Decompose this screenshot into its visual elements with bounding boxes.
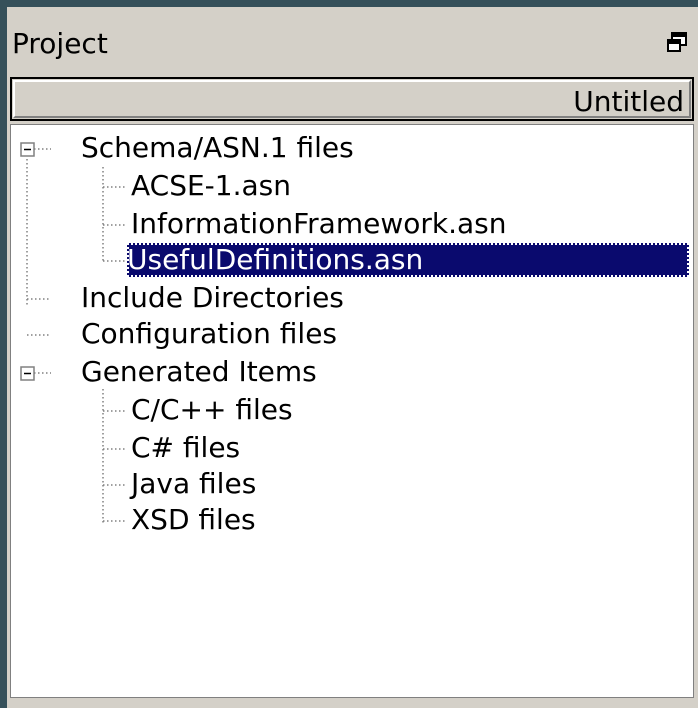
- panel-bottom-edge: [7, 699, 698, 708]
- tree-node-configuration-files[interactable]: Configuration files: [81, 317, 337, 351]
- tree-node-cpp-files[interactable]: C/C++ files: [131, 393, 293, 427]
- project-tree[interactable]: Schema/ASN.1 files ACSE-1.asn Informatio…: [10, 124, 694, 698]
- tree-node-xsd-files[interactable]: XSD files: [131, 503, 256, 537]
- collapse-icon[interactable]: [20, 142, 35, 157]
- tree-node-generated-items[interactable]: Generated Items: [81, 355, 317, 389]
- tree-node-include-directories[interactable]: Include Directories: [81, 281, 344, 315]
- tree-node-csharp-files[interactable]: C# files: [131, 431, 240, 465]
- collapse-icon[interactable]: [20, 366, 35, 381]
- tree-node-acse-asn[interactable]: ACSE-1.asn: [131, 169, 291, 203]
- project-header[interactable]: Untitled: [10, 77, 694, 121]
- panel-titlebar[interactable]: Project: [7, 7, 698, 67]
- restore-window-icon[interactable]: [666, 31, 688, 53]
- tree-node-informationframework-asn[interactable]: InformationFramework.asn: [131, 207, 506, 241]
- tree-node-schema-files[interactable]: Schema/ASN.1 files: [81, 131, 354, 165]
- tree-node-java-files[interactable]: Java files: [131, 467, 256, 501]
- project-name-label: Untitled: [573, 85, 684, 118]
- tree-node-usefuldefinitions-asn[interactable]: UsefulDefinitions.asn: [127, 243, 689, 277]
- panel-title: Project: [12, 27, 108, 60]
